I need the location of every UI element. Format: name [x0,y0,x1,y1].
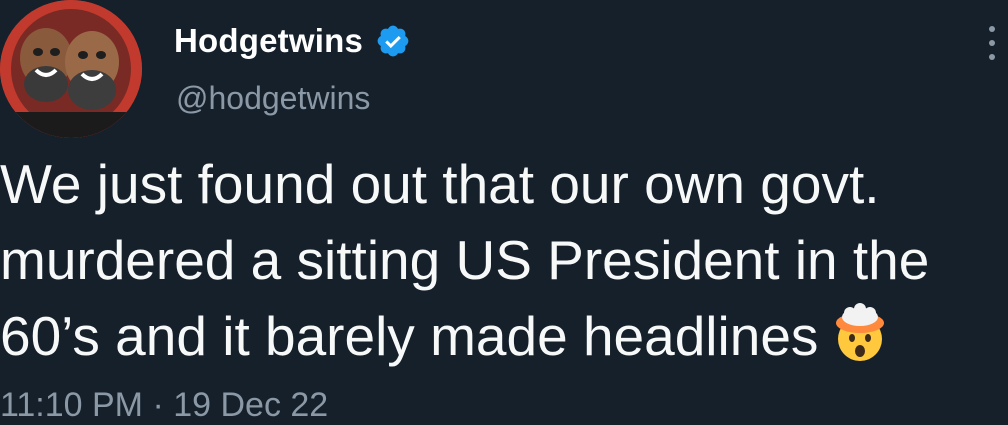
display-name[interactable]: Hodgetwins [174,22,363,60]
exploding-head-emoji-icon [830,303,890,363]
tweet-line-1: We just found out that our own govt. [0,153,880,215]
tweet-line-2: murdered a sitting US President in the [0,229,930,291]
avatar-photo-icon [0,0,142,138]
tweet-line-3: 60’s and it barely made headlines [0,298,1008,374]
tweet-card: Hodgetwins @hodgetwins We just found out… [0,0,1008,425]
more-options-icon[interactable] [984,26,1000,60]
author-name-row: Hodgetwins [174,20,411,62]
tweet-text: We just found out that our own govt. mur… [0,146,1008,374]
verified-badge-icon [375,23,411,59]
author-handle[interactable]: @hodgetwins [176,80,370,117]
tweet-line-3-text: 60’s and it barely made headlines [0,305,819,367]
tweet-timestamp[interactable]: 11:10 PM · 19 Dec 22 [0,386,328,425]
avatar[interactable] [0,0,142,138]
